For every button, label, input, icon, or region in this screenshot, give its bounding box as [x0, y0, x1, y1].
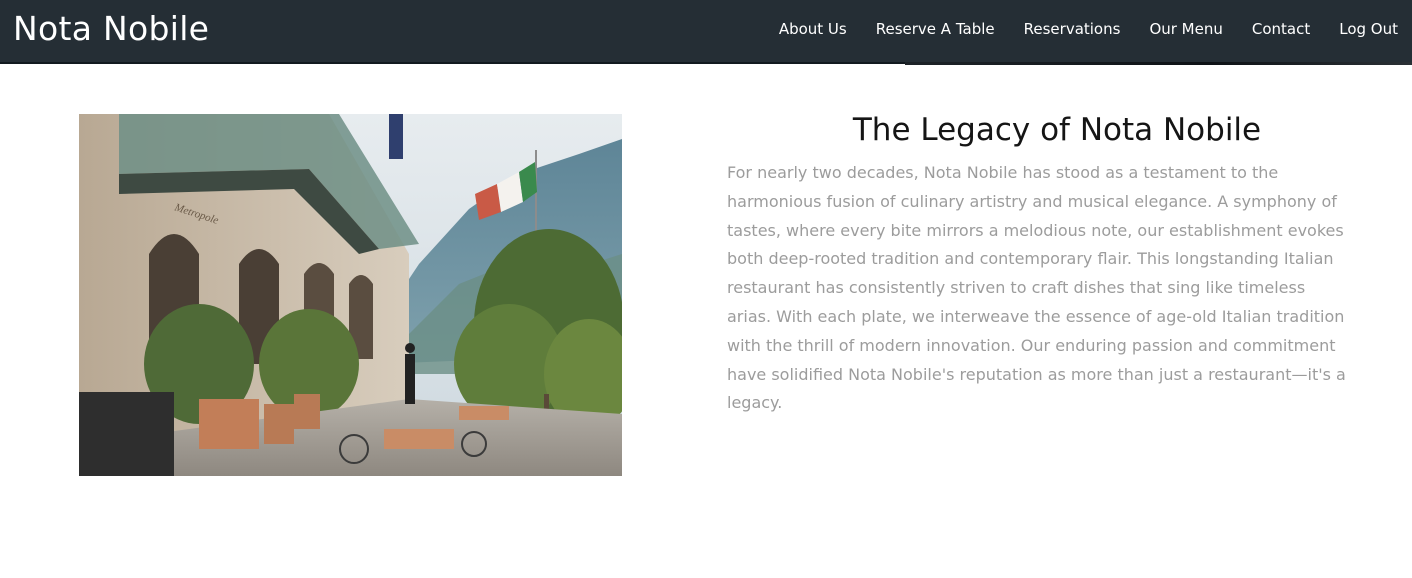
nav-link-reservations[interactable]: Reservations — [1024, 20, 1121, 38]
restaurant-terrace-photo: Metropole — [79, 114, 622, 476]
nav-link-about-us[interactable]: About Us — [779, 20, 847, 38]
brand-logo[interactable]: Nota Nobile — [13, 9, 209, 48]
nav-link-our-menu[interactable]: Our Menu — [1149, 20, 1222, 38]
nav-link-log-out[interactable]: Log Out — [1339, 20, 1398, 38]
top-navbar: Nota Nobile About Us Reserve A Table Res… — [0, 0, 1412, 65]
nav-link-contact[interactable]: Contact — [1252, 20, 1310, 38]
nav-link-reserve-a-table[interactable]: Reserve A Table — [876, 20, 995, 38]
section-body-text: For nearly two decades, Nota Nobile has … — [727, 163, 1346, 413]
main-nav: About Us Reserve A Table Reservations Ou… — [779, 20, 1398, 38]
section-title: The Legacy of Nota Nobile — [852, 112, 1262, 148]
